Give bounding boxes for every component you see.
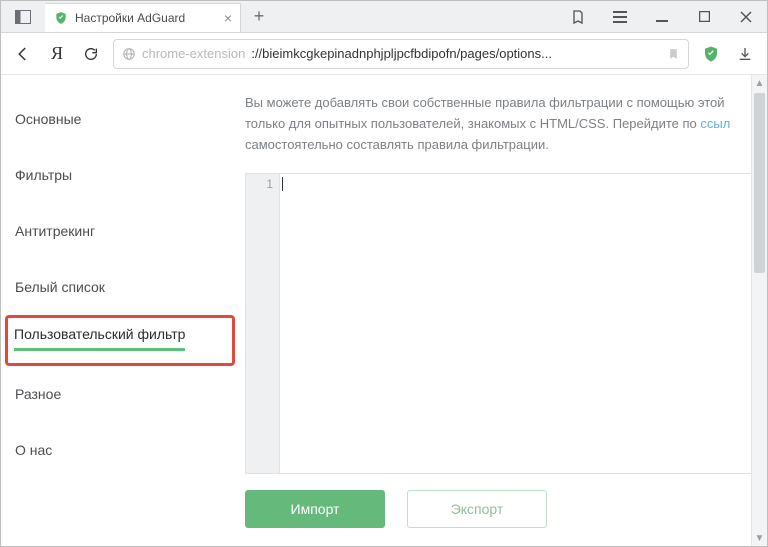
close-button[interactable] [725, 1, 767, 32]
settings-sidebar: Основные Фильтры Антитрекинг Белый списо… [1, 75, 239, 546]
sidebar-item-filters[interactable]: Фильтры [1, 147, 86, 203]
sidebar-item-userfilter-highlight: Пользовательский фильтр [5, 315, 235, 366]
titlebar: Настройки AdGuard × + [1, 1, 767, 33]
description-text: Вы можете добавлять свои собственные пра… [245, 93, 767, 155]
import-button[interactable]: Импорт [245, 490, 385, 528]
download-icon[interactable] [733, 42, 757, 66]
yandex-logo-icon[interactable]: Я [45, 42, 69, 66]
browser-window: Настройки AdGuard × + Я [0, 0, 768, 547]
scroll-down-icon[interactable]: ▼ [752, 530, 767, 546]
vertical-scrollbar[interactable]: ▲ ▼ [751, 75, 767, 546]
sidebar-item-about[interactable]: О нас [1, 422, 66, 478]
url-path: ://bieimkcgkepinadnphjpljpcfbdipofn/page… [251, 46, 552, 61]
address-bar[interactable]: chrome-extension ://bieimkcgkepinadnphjpl… [113, 39, 689, 69]
page-content: Основные Фильтры Антитрекинг Белый списо… [1, 75, 767, 546]
sidebar-item-whitelist[interactable]: Белый список [1, 259, 119, 315]
reader-icon[interactable] [557, 1, 599, 32]
sidebar-toggle-icon[interactable] [1, 1, 45, 32]
close-icon[interactable]: × [224, 10, 232, 26]
sidebar-item-general[interactable]: Основные [1, 91, 95, 147]
editor-cursor [282, 177, 283, 191]
editor-gutter: 1 [246, 174, 280, 473]
back-button[interactable] [11, 42, 35, 66]
tab-title: Настройки AdGuard [75, 11, 218, 25]
editor-body[interactable] [280, 174, 760, 473]
maximize-button[interactable] [683, 1, 725, 32]
adguard-shield-icon[interactable] [699, 42, 723, 66]
bookmark-icon[interactable] [667, 47, 680, 61]
minimize-button[interactable] [641, 1, 683, 32]
reload-button[interactable] [79, 42, 103, 66]
scroll-thumb[interactable] [754, 93, 765, 273]
browser-tab[interactable]: Настройки AdGuard × [45, 3, 241, 32]
description-link[interactable]: ссыл [700, 116, 730, 131]
sidebar-item-misc[interactable]: Разное [1, 366, 75, 422]
sidebar-item-userfilter[interactable]: Пользовательский фильтр [14, 326, 185, 351]
footer-buttons: Импорт Экспорт [245, 474, 767, 536]
export-button[interactable]: Экспорт [407, 490, 547, 528]
line-number: 1 [246, 177, 273, 191]
shield-icon [53, 10, 69, 26]
new-tab-button[interactable]: + [241, 1, 277, 32]
sidebar-item-antitracking[interactable]: Антитрекинг [1, 203, 109, 259]
main-panel: Вы можете добавлять свои собственные пра… [239, 75, 767, 546]
rules-editor[interactable]: 1 [245, 173, 761, 474]
globe-icon [122, 47, 136, 61]
scroll-up-icon[interactable]: ▲ [752, 75, 767, 91]
toolbar: Я chrome-extension ://bieimkcgkepinadnphj… [1, 33, 767, 75]
url-scheme: chrome-extension [142, 46, 245, 61]
menu-icon[interactable] [599, 1, 641, 32]
